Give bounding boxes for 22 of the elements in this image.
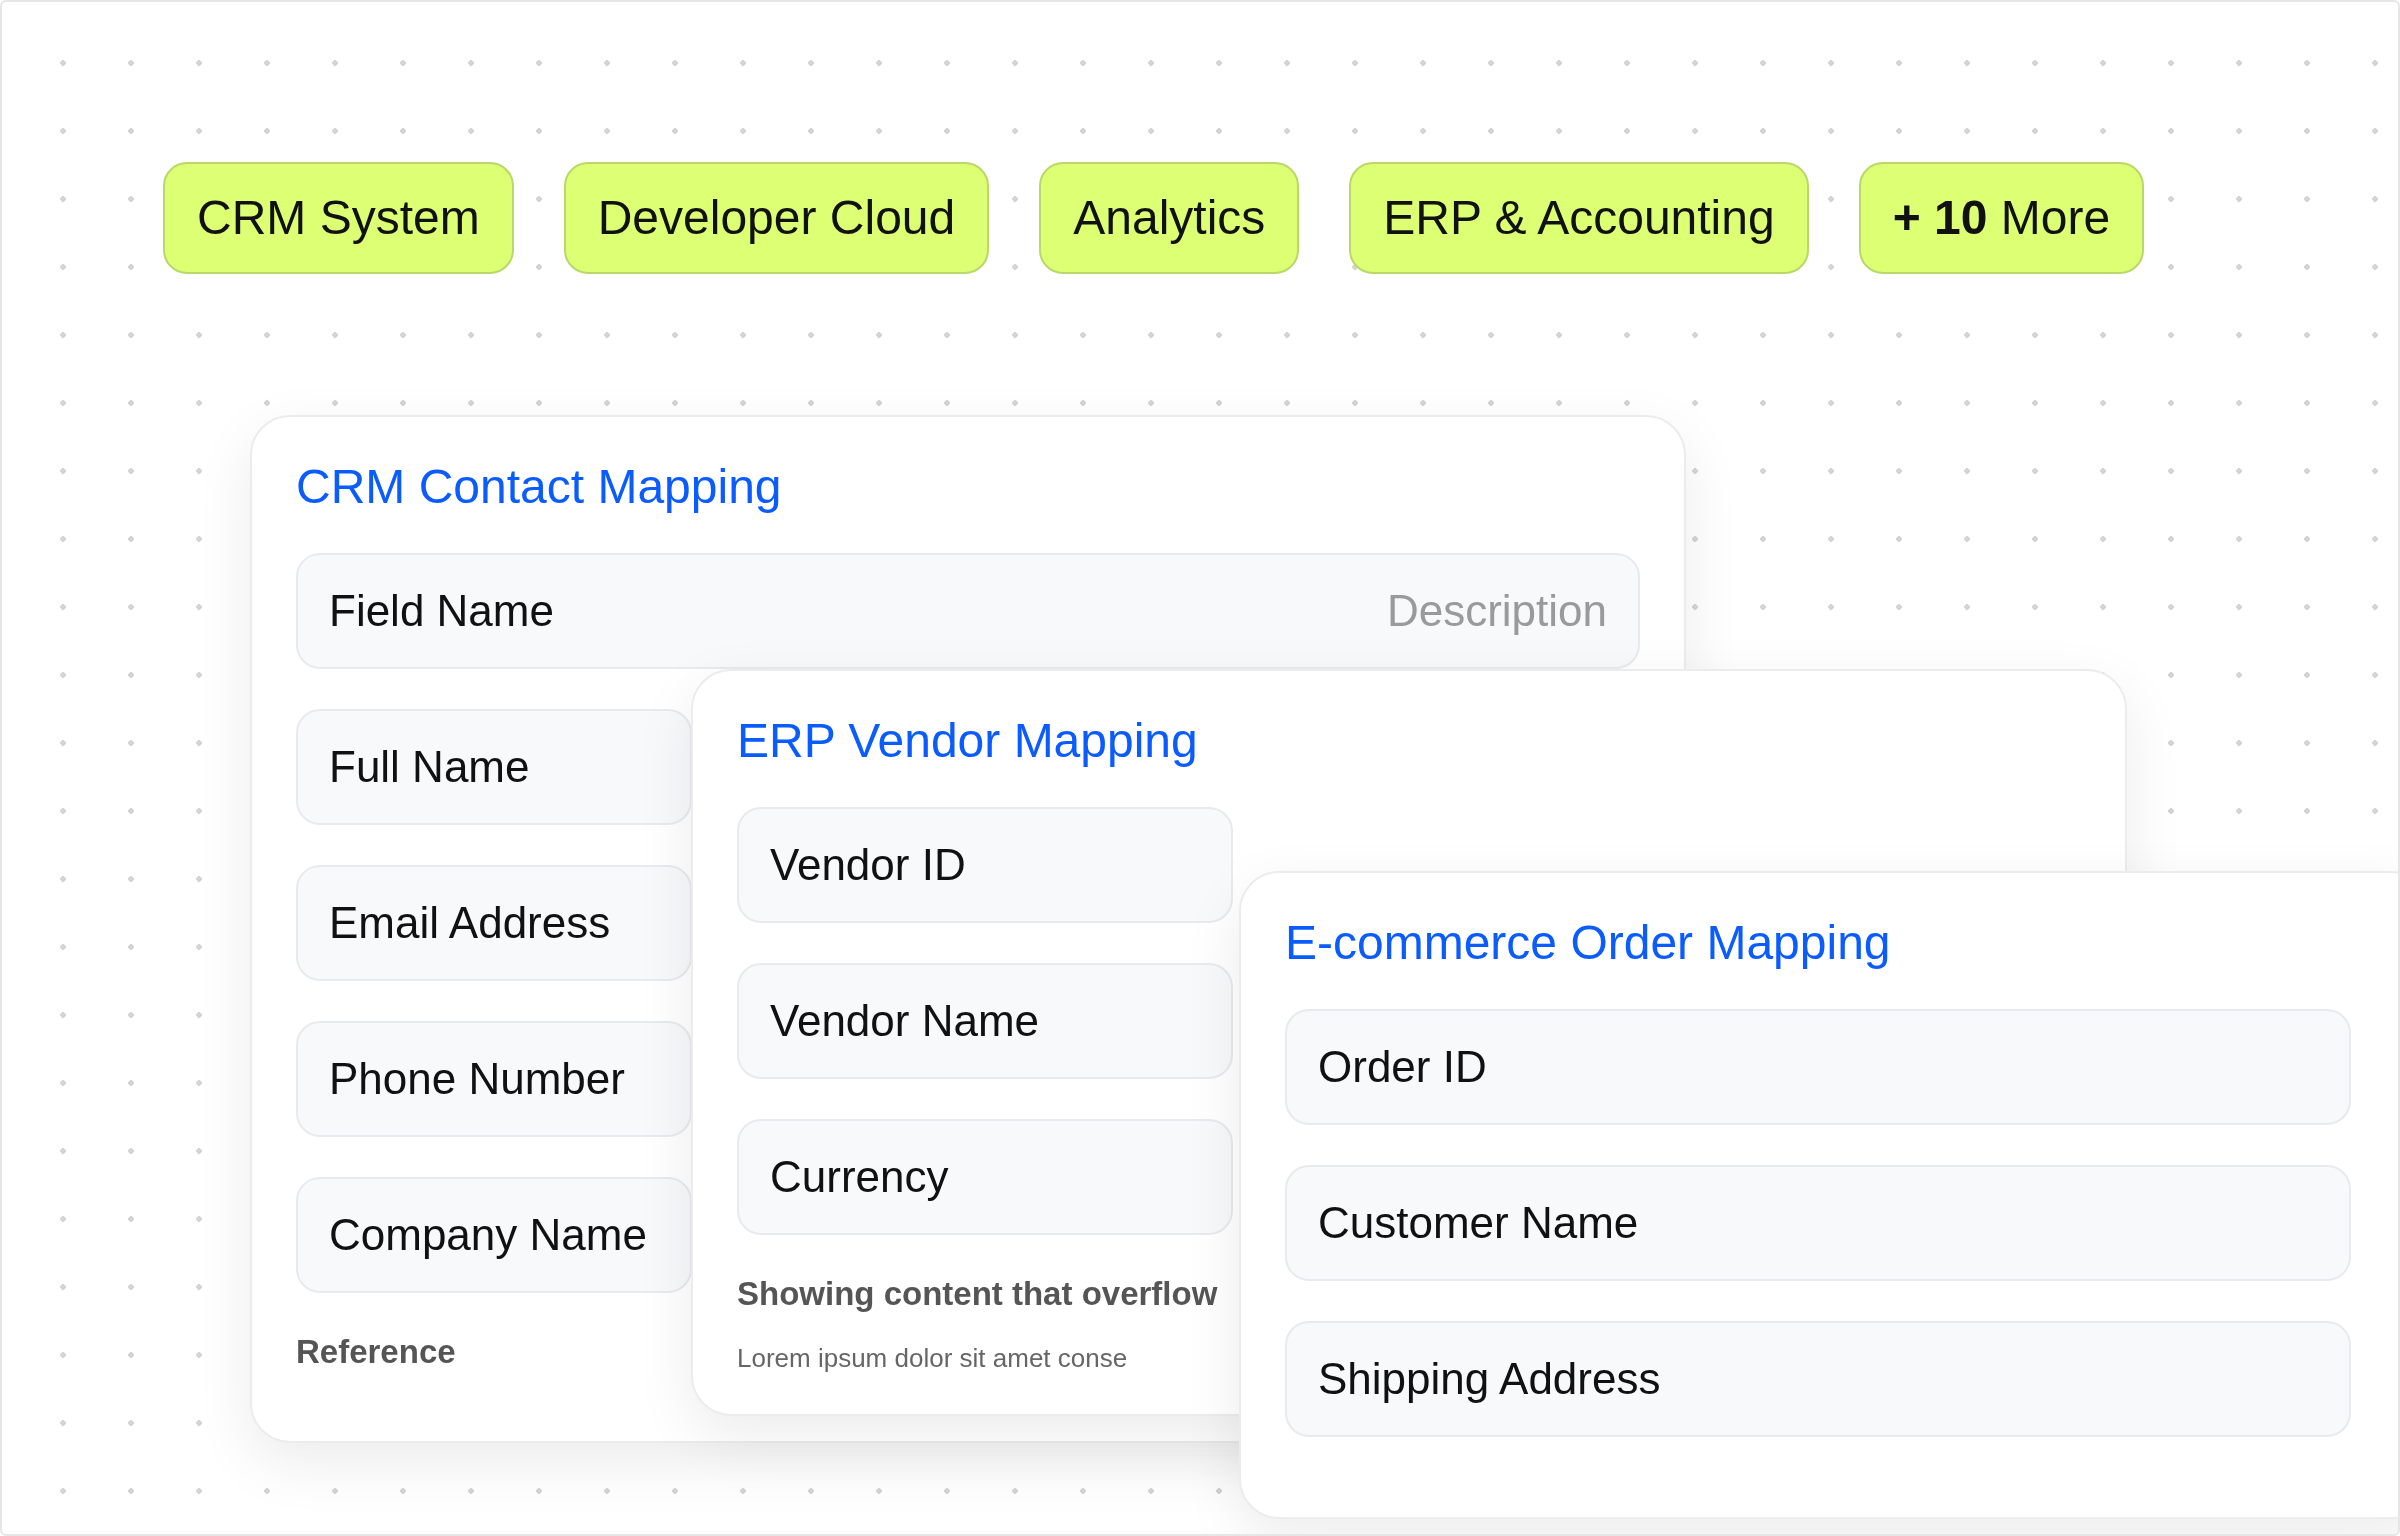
- field-row: Field Name Description: [296, 553, 1640, 669]
- category-tag[interactable]: Developer Cloud: [563, 162, 990, 274]
- category-tag[interactable]: ERP & Accounting: [1349, 162, 1809, 274]
- category-tag[interactable]: CRM System: [163, 162, 514, 274]
- field-row: Vendor ID: [737, 807, 1233, 923]
- card-title: E-commerce Order Mapping: [1285, 915, 1892, 971]
- field-row: Order ID: [1285, 1009, 2351, 1125]
- field-row: Shipping Address: [1285, 1321, 2351, 1437]
- field-row: Customer Name: [1285, 1165, 2351, 1281]
- category-tag[interactable]: + 10 More: [1858, 162, 2145, 274]
- subtext: Lorem ipsum dolor sit amet conse: [737, 1343, 1128, 1374]
- card-title: ERP Vendor Mapping: [737, 713, 1199, 769]
- caption-text: Showing content that overflow: [737, 1275, 1218, 1313]
- caption-text: Reference: [296, 1333, 456, 1371]
- card-title: CRM Contact Mapping: [296, 459, 783, 515]
- field-row: Full Name: [296, 709, 692, 825]
- field-row: Vendor Name: [737, 963, 1233, 1079]
- field-row: Currency: [737, 1119, 1233, 1235]
- field-row: Email Address: [296, 865, 692, 981]
- field-row: Company Name: [296, 1177, 692, 1293]
- field-row: Phone Number: [296, 1021, 692, 1137]
- category-tag[interactable]: Analytics: [1039, 162, 1300, 274]
